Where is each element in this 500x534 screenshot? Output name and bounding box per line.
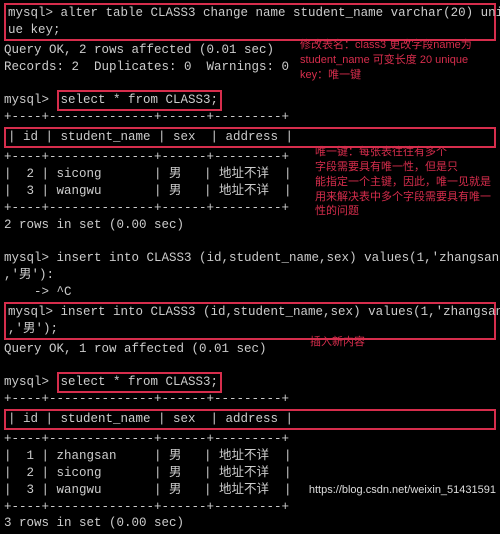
- mysql-prompt: mysql>: [4, 251, 57, 265]
- annotation-alter: 修改表名：class3 更改字段name为 student_name 可变长度 …: [300, 38, 472, 83]
- anno-line: 字段需要具有唯一性，但是只: [315, 160, 491, 175]
- anno-line: key：唯一键: [300, 68, 472, 83]
- anno-line: 能指定一个主键，因此，唯一见就是: [315, 175, 491, 190]
- cmd-line-cont: ue key;: [8, 22, 492, 39]
- cmd-line[interactable]: mysql> alter table CLASS3 change name st…: [8, 5, 492, 22]
- cmd-line[interactable]: mysql> select * from CLASS3;: [4, 374, 496, 391]
- cmd-text: alter table CLASS3 change name student_n…: [61, 6, 500, 20]
- terminal: mysql> alter table CLASS3 change name st…: [0, 0, 500, 534]
- mysql-prompt: mysql>: [8, 6, 61, 20]
- anno-line: student_name 可变长度 20 unique: [300, 53, 472, 68]
- mysql-prompt: mysql>: [4, 375, 57, 389]
- cmd-line-cont: ,'男');: [8, 321, 492, 338]
- annotation-insert: 插入新内容: [310, 335, 365, 350]
- anno-line: 修改表名：class3 更改字段name为: [300, 38, 472, 53]
- table-row: | 1 | zhangsan | 男 | 地址不详 |: [4, 448, 496, 465]
- cmd-line[interactable]: mysql> insert into CLASS3 (id,student_na…: [4, 250, 496, 267]
- highlight-box-select2: select * from CLASS3;: [57, 372, 223, 393]
- annotation-unique: 唯一键：每张表往往有多个 字段需要具有唯一性，但是只 能指定一个主键，因此，唯一…: [315, 145, 491, 219]
- highlight-box-header2: | id | student_name | sex | address |: [4, 409, 496, 430]
- highlight-box-select1: select * from CLASS3;: [57, 90, 223, 111]
- result-line: Query OK, 1 row affected (0.01 sec): [4, 341, 496, 358]
- mysql-prompt: mysql>: [8, 305, 61, 319]
- blank-line: [4, 233, 496, 250]
- highlight-box-insert: mysql> insert into CLASS3 (id,student_na…: [4, 302, 496, 340]
- table-footer: 3 rows in set (0.00 sec): [4, 515, 496, 532]
- anno-line: 插入新内容: [310, 335, 365, 350]
- cmd-cancel: -> ^C: [4, 284, 496, 301]
- table-sep: +----+--------------+------+---------+: [4, 431, 496, 448]
- table-sep: +----+--------------+------+---------+: [4, 109, 496, 126]
- cmd-text: insert into CLASS3 (id,student_name,sex)…: [57, 251, 500, 265]
- cmd-line[interactable]: mysql> select * from CLASS3;: [4, 92, 496, 109]
- cmd-line[interactable]: mysql> insert into CLASS3 (id,student_na…: [8, 304, 492, 321]
- table-sep: +----+--------------+------+---------+: [4, 391, 496, 408]
- mysql-prompt: mysql>: [4, 93, 57, 107]
- table-header: | id | student_name | sex | address |: [8, 411, 492, 428]
- highlight-box-alter: mysql> alter table CLASS3 change name st…: [4, 3, 496, 41]
- anno-line: 唯一键：每张表往往有多个: [315, 145, 491, 160]
- anno-line: 性的问题: [315, 204, 491, 219]
- anno-line: 用来解决表中多个字段需要具有唯一: [315, 190, 491, 205]
- table-row: | 2 | sicong | 男 | 地址不详 |: [4, 465, 496, 482]
- watermark: https://blog.csdn.net/weixin_51431591: [309, 483, 496, 498]
- table-sep: +----+--------------+------+---------+: [4, 499, 496, 516]
- table-header: | id | student_name | sex | address |: [8, 129, 492, 146]
- cmd-line-cont: ,'男'):: [4, 267, 496, 284]
- cmd-text: insert into CLASS3 (id,student_name,sex)…: [61, 305, 500, 319]
